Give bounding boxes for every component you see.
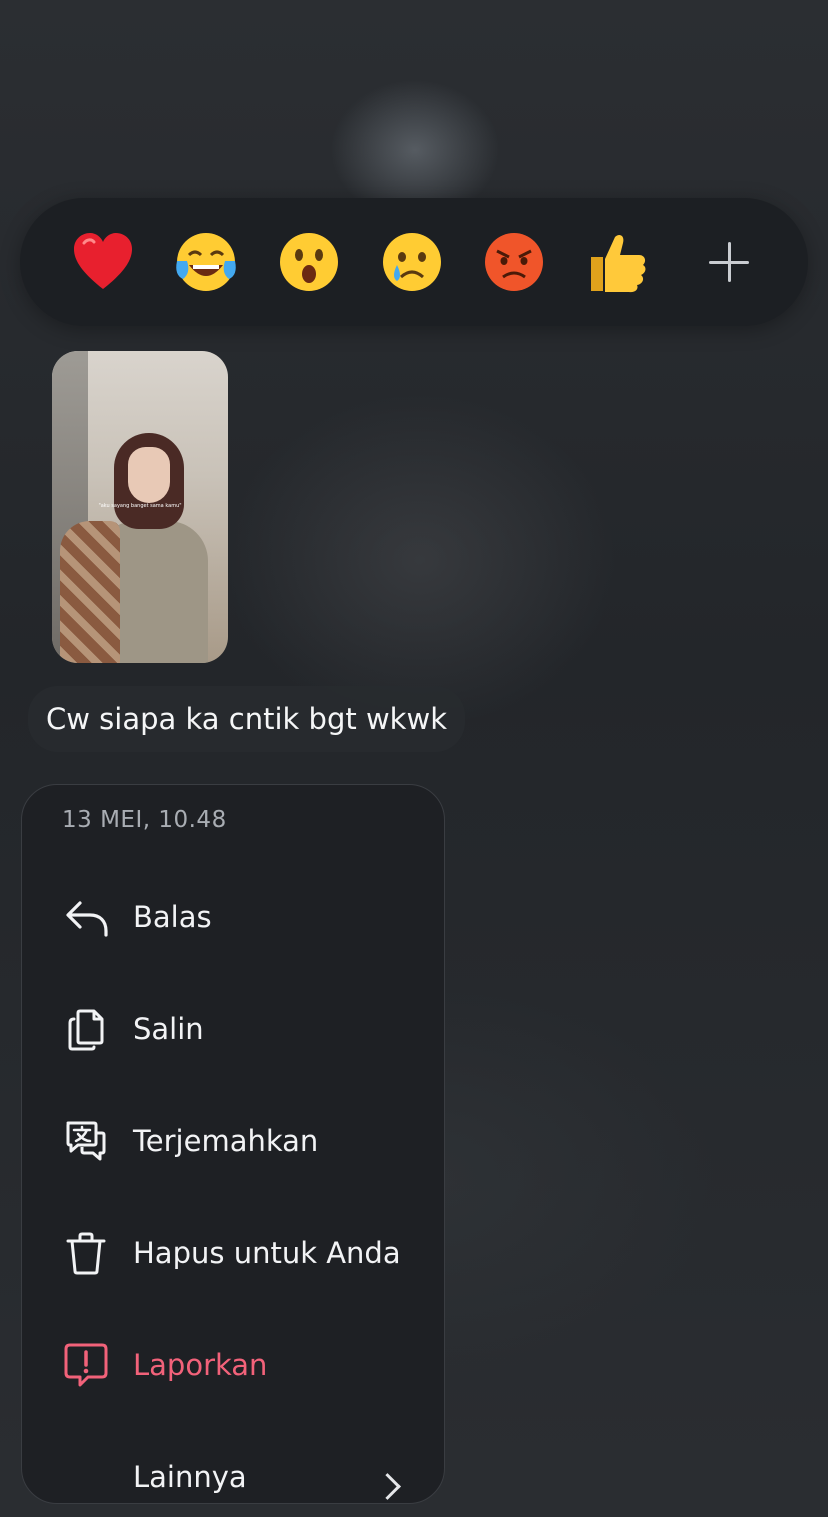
menu-item-copy[interactable]: Salin (22, 989, 446, 1069)
menu-item-report[interactable]: Laporkan (22, 1325, 446, 1405)
menu-item-label: Balas (133, 900, 212, 934)
message-context-menu: 13 MEI, 10.48 Balas Salin Terjemahkan Ha… (21, 784, 445, 1504)
message-bubble[interactable]: Cw siapa ka cntik bgt wkwk (28, 686, 465, 752)
reply-icon (62, 893, 110, 941)
reaction-astonished-icon[interactable] (276, 229, 342, 295)
menu-item-reply[interactable]: Balas (22, 877, 446, 957)
media-caption: "aku sayang banget sama kamu" (98, 503, 182, 509)
report-icon (62, 1341, 110, 1389)
reaction-thumbs-up-icon[interactable] (583, 229, 649, 295)
menu-item-label: Salin (133, 1012, 204, 1046)
menu-item-delete-for-you[interactable]: Hapus untuk Anda (22, 1213, 446, 1293)
add-reaction-plus-icon[interactable] (697, 230, 761, 294)
menu-item-label: Laporkan (133, 1348, 268, 1382)
translate-icon (62, 1117, 110, 1165)
trash-icon (62, 1229, 110, 1277)
reaction-crying-icon[interactable] (379, 229, 445, 295)
reaction-angry-icon[interactable] (481, 229, 547, 295)
menu-item-label: Terjemahkan (133, 1124, 319, 1158)
message-timestamp: 13 MEI, 10.48 (62, 807, 227, 833)
menu-item-more[interactable]: Lainnya (22, 1437, 446, 1517)
reaction-tears-of-joy-icon[interactable] (173, 229, 239, 295)
media-figure-face (128, 447, 170, 503)
menu-item-label: Lainnya (133, 1460, 247, 1494)
media-figure-jacket (60, 521, 120, 663)
menu-item-label: Hapus untuk Anda (133, 1236, 401, 1270)
menu-item-translate[interactable]: Terjemahkan (22, 1101, 446, 1181)
reaction-bar (20, 198, 808, 326)
reaction-heart-icon[interactable] (70, 229, 136, 295)
chevron-right-icon (374, 1473, 401, 1500)
media-thumbnail[interactable]: "aku sayang banget sama kamu" (52, 351, 228, 663)
copy-icon (62, 1005, 110, 1053)
